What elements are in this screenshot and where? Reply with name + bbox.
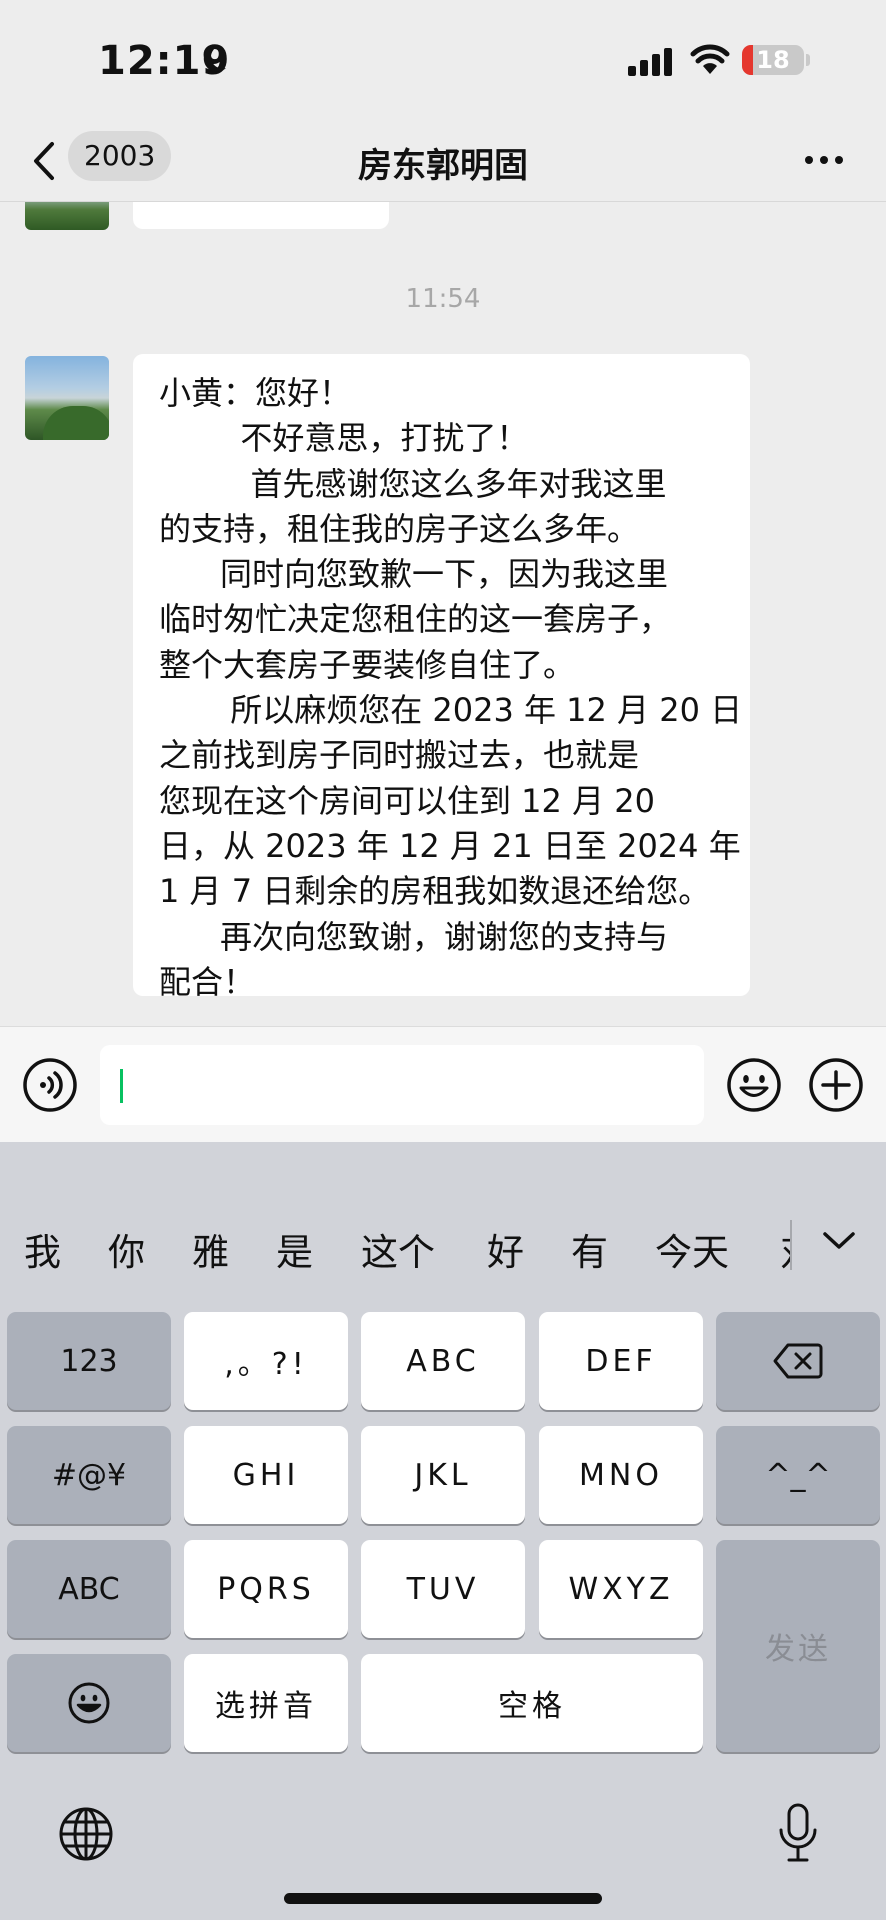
battery-icon: 18 — [742, 45, 804, 75]
moon-icon — [203, 45, 226, 72]
key-abc[interactable]: ABC — [361, 1312, 525, 1410]
smiley-icon — [68, 1682, 110, 1724]
avatar-landscape — [43, 406, 109, 440]
candidate-word[interactable]: 今天 — [655, 1222, 729, 1276]
key-jkl[interactable]: JKL — [361, 1426, 525, 1524]
candidate-word[interactable]: 好 — [487, 1222, 524, 1276]
key-label: 空格 — [498, 1689, 566, 1724]
message-line: 您现在这个房间可以住到 12 月 20 — [159, 781, 655, 820]
key-symbols[interactable]: #@¥ — [7, 1426, 171, 1524]
key-label: DEF — [585, 1343, 657, 1379]
message-input-bar — [0, 1026, 886, 1142]
candidate-word[interactable]: 你 — [108, 1222, 145, 1276]
message-line: 日，从 2023 年 12 月 21 日至 2024 年 — [159, 826, 741, 865]
message-line: 同时向您致歉一下，因为我这里 — [159, 555, 669, 594]
message-line: 临时匆忙决定您租住的这一套房子， — [159, 600, 672, 639]
key-label: WXYZ — [568, 1571, 674, 1607]
pinyin-keyboard: 我 你 雅 是 这个 好 有 今天 对 123 ,。?! ABC DEF #@¥… — [0, 1142, 886, 1920]
key-label: ABC — [406, 1343, 480, 1379]
candidate-word[interactable]: 雅 — [192, 1222, 229, 1276]
key-emoticon[interactable]: ^_^ — [716, 1426, 880, 1524]
home-indicator[interactable] — [284, 1893, 602, 1904]
chat-header: 2003 房东郭明固 — [0, 120, 886, 202]
message-line: 不好意思，打扰了！ — [159, 419, 529, 458]
key-label: 发送 — [765, 1632, 831, 1667]
candidate-word[interactable]: 这个 — [361, 1222, 435, 1276]
key-label: MNO — [579, 1457, 663, 1493]
key-space[interactable]: 空格 — [361, 1654, 703, 1752]
key-label: PQRS — [217, 1571, 315, 1607]
key-label: ABC — [58, 1571, 120, 1607]
message-line: 配合！ — [159, 962, 256, 1001]
battery-cap — [806, 54, 810, 66]
candidate-word[interactable]: 我 — [24, 1222, 61, 1276]
add-plus-icon[interactable] — [808, 1057, 864, 1113]
more-options-icon[interactable] — [804, 154, 844, 166]
chat-messages-area[interactable]: 11:54 小黄：您好！ 不好意思，打扰了！ 首先感谢您这么多年对我这里 的支持… — [0, 202, 886, 1026]
text-cursor — [120, 1069, 123, 1103]
send-button[interactable]: 发送 — [716, 1540, 880, 1752]
key-backspace[interactable] — [716, 1312, 880, 1410]
previous-message-bubble[interactable] — [133, 202, 389, 229]
candidate-word[interactable]: 有 — [571, 1222, 608, 1276]
message-line: 整个大套房子要装修自住了。 — [159, 645, 576, 684]
voice-input-icon[interactable] — [22, 1057, 78, 1113]
collapse-chevron-icon[interactable] — [822, 1230, 856, 1252]
key-def[interactable]: DEF — [539, 1312, 703, 1410]
key-label: ^_^ — [765, 1457, 831, 1493]
key-label: TUV — [406, 1571, 480, 1607]
cellular-signal-icon — [628, 48, 672, 76]
key-label: JKL — [414, 1457, 472, 1493]
key-label: #@¥ — [51, 1457, 127, 1493]
message-input[interactable] — [100, 1045, 704, 1125]
key-pqrs[interactable]: PQRS — [184, 1540, 348, 1638]
delete-backspace-icon — [773, 1343, 823, 1379]
candidate-word[interactable]: 是 — [276, 1222, 313, 1276]
key-label: GHI — [232, 1457, 300, 1493]
message-line: 所以麻烦您在 2023 年 12 月 20 日 — [159, 691, 743, 730]
microphone-icon[interactable] — [778, 1802, 818, 1866]
message-line: 再次向您致谢，谢谢您的支持与 — [159, 917, 669, 956]
key-select-pinyin[interactable]: 选拼音 — [184, 1654, 348, 1752]
message-line: 之前找到房子同时搬过去，也就是 — [159, 736, 640, 775]
message-bubble[interactable]: 小黄：您好！ 不好意思，打扰了！ 首先感谢您这么多年对我这里 的支持，租住我的房… — [133, 354, 750, 1001]
candidate-word[interactable]: 对 — [780, 1222, 790, 1276]
key-ghi[interactable]: GHI — [184, 1426, 348, 1524]
key-abc-switch[interactable]: ABC — [7, 1540, 171, 1638]
previous-message-avatar[interactable] — [25, 202, 109, 230]
message-line: 首先感谢您这么多年对我这里 — [159, 464, 667, 503]
status-bar: 12:19 18 — [0, 0, 886, 120]
key-emoji[interactable] — [7, 1654, 171, 1752]
key-mno[interactable]: MNO — [539, 1426, 703, 1524]
message-timestamp: 11:54 — [405, 284, 481, 314]
battery-percent: 18 — [756, 46, 790, 74]
message-line: 1 月 7 日剩余的房租我如数退还给您。 — [159, 872, 711, 911]
key-wxyz[interactable]: WXYZ — [539, 1540, 703, 1638]
emoji-icon[interactable] — [726, 1057, 782, 1113]
key-punctuation[interactable]: ,。?! — [184, 1312, 348, 1410]
key-label: ,。?! — [224, 1347, 308, 1382]
chat-title: 房东郭明固 — [358, 146, 528, 186]
candidate-divider — [790, 1220, 792, 1270]
sender-avatar[interactable] — [25, 356, 109, 440]
key-label: 选拼音 — [215, 1689, 317, 1724]
key-123[interactable]: 123 — [7, 1312, 171, 1410]
globe-icon[interactable] — [58, 1806, 114, 1862]
candidate-bar: 我 你 雅 是 这个 好 有 今天 对 — [0, 1200, 886, 1292]
key-tuv[interactable]: TUV — [361, 1540, 525, 1638]
key-label: 123 — [60, 1343, 118, 1379]
wifi-icon — [690, 44, 730, 74]
message-line: 的支持，租住我的房子这么多年。 — [159, 509, 640, 548]
message-line: 小黄：您好！ — [159, 374, 352, 412]
